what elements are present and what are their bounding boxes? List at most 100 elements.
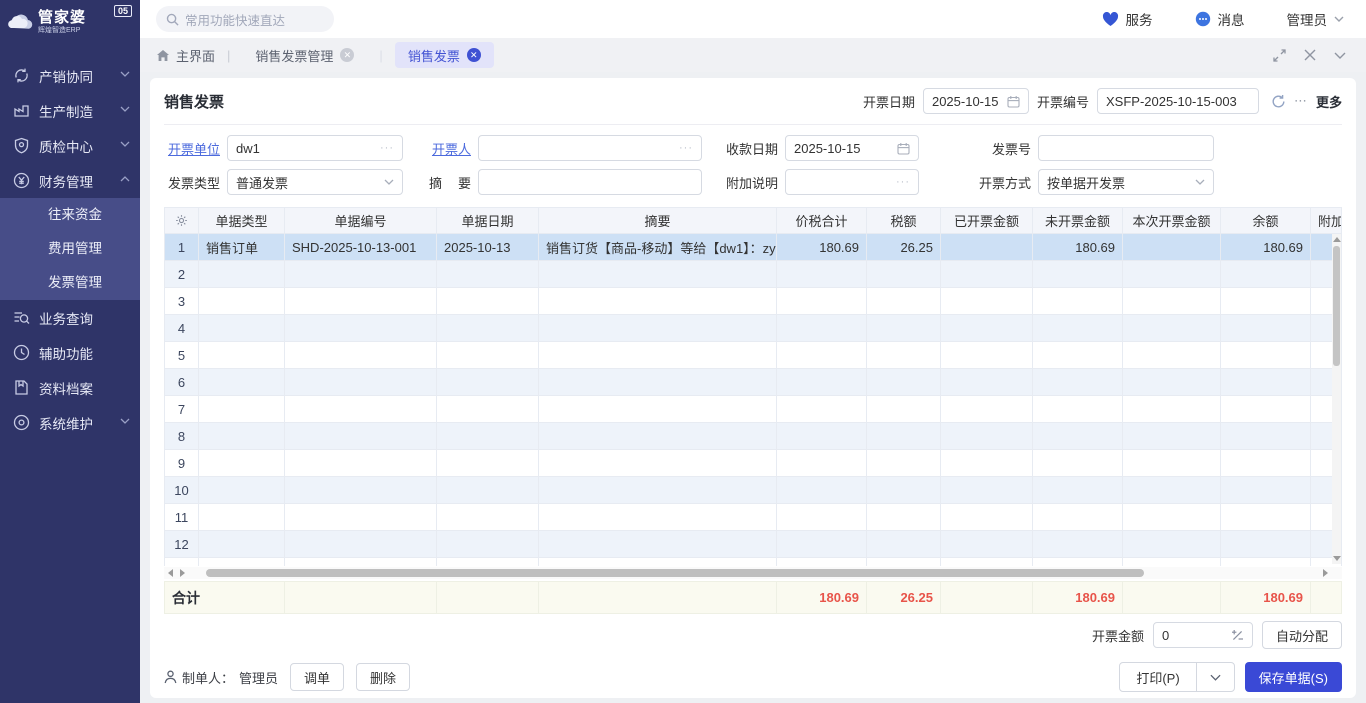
summary-input[interactable] [478,169,702,195]
cell-current[interactable] [1123,288,1221,315]
cell-current[interactable] [1123,396,1221,423]
sidebar-subitem[interactable]: 往来资金 [0,198,140,232]
cell-unbilled[interactable] [1033,504,1123,531]
cell-current[interactable] [1123,234,1221,261]
cell-doc_date[interactable] [437,504,539,531]
cell-billed[interactable] [941,531,1033,558]
service-button[interactable]: 服务 [1102,9,1153,29]
cell-balance[interactable]: 180.69 [1221,234,1311,261]
cell-doc_type[interactable] [199,342,285,369]
column-header[interactable]: 单据编号 [285,208,437,234]
cell-current[interactable] [1123,369,1221,396]
cell-doc_no[interactable] [285,423,437,450]
cell-summary[interactable] [539,423,777,450]
tab-close-icon[interactable]: ✕ [467,48,481,62]
more-options-icon[interactable]: ⋯ [1294,93,1308,109]
cell-no[interactable]: 5 [165,342,199,369]
cell-doc_date[interactable] [437,450,539,477]
horizontal-scrollbar[interactable] [164,567,1342,579]
cell-balance[interactable] [1221,342,1311,369]
calendar-icon[interactable] [1003,95,1020,108]
cell-current[interactable] [1123,315,1221,342]
cell-doc_no[interactable] [285,342,437,369]
cell-doc_no[interactable] [285,261,437,288]
print-dropdown-button[interactable] [1196,663,1234,691]
cell-total[interactable] [777,288,867,315]
cell-doc_no[interactable] [285,396,437,423]
sidebar-item[interactable]: 资料档案 [0,370,140,405]
cell-current[interactable] [1123,558,1221,567]
cell-billed[interactable] [941,558,1033,567]
extra-note-value[interactable] [794,175,892,190]
table-row[interactable]: 7 [165,396,1342,423]
cell-no[interactable]: 2 [165,261,199,288]
cell-total[interactable] [777,504,867,531]
cell-doc_type[interactable] [199,315,285,342]
table-row[interactable]: 6 [165,369,1342,396]
cell-doc_no[interactable] [285,315,437,342]
cell-no[interactable]: 3 [165,288,199,315]
cell-current[interactable] [1123,261,1221,288]
cell-summary[interactable] [539,477,777,504]
column-header[interactable]: 附加 [1311,208,1342,234]
cell-doc_no[interactable] [285,369,437,396]
summary-value[interactable] [487,175,693,190]
cell-summary[interactable]: 销售订货【商品-移动】等给【dw1】：zy1 [539,234,777,261]
cell-unbilled[interactable] [1033,342,1123,369]
cell-no[interactable]: 6 [165,369,199,396]
sidebar-item[interactable]: 业务查询 [0,300,140,335]
table-row[interactable]: 13 [165,558,1342,567]
close-icon[interactable] [1304,49,1316,61]
cell-unbilled[interactable] [1033,261,1123,288]
vertical-scroll-thumb[interactable] [1333,246,1340,366]
cell-tax[interactable] [867,477,941,504]
cell-unbilled[interactable] [1033,450,1123,477]
sidebar-item[interactable]: 质检中心 [0,128,140,163]
cell-tax[interactable]: 26.25 [867,234,941,261]
pane-split-icon[interactable] [180,569,185,577]
save-button[interactable]: 保存单据(S) [1245,662,1342,692]
delete-button[interactable]: 删除 [356,663,410,691]
cell-no[interactable]: 13 [165,558,199,567]
cell-doc_type[interactable] [199,288,285,315]
cell-doc_date[interactable] [437,396,539,423]
cell-doc_date[interactable] [437,423,539,450]
column-header[interactable]: 单据日期 [437,208,539,234]
cell-billed[interactable] [941,504,1033,531]
sidebar-item[interactable]: 系统维护 [0,405,140,440]
tab-sales-invoice[interactable]: 销售发票 ✕ [395,42,494,68]
cell-balance[interactable] [1221,423,1311,450]
cell-doc_type[interactable] [199,423,285,450]
invoice-no-value[interactable] [1106,94,1250,109]
cell-doc_no[interactable] [285,477,437,504]
billing-unit-input[interactable]: ··· [227,135,403,161]
scroll-up-icon[interactable] [1333,237,1341,242]
cell-unbilled[interactable] [1033,315,1123,342]
cell-doc_date[interactable] [437,369,539,396]
extra-note-input[interactable]: ··· [785,169,919,195]
cell-doc_no[interactable] [285,504,437,531]
cell-balance[interactable] [1221,450,1311,477]
cell-doc_type[interactable] [199,504,285,531]
cell-total[interactable] [777,261,867,288]
cell-doc_type[interactable] [199,261,285,288]
cell-total[interactable] [777,315,867,342]
cell-billed[interactable] [941,234,1033,261]
invoice-amount-value[interactable] [1162,628,1227,643]
drawer-input[interactable]: ··· [478,135,702,161]
billing-method-select[interactable]: 按单据开发票 [1038,169,1214,195]
cell-unbilled[interactable] [1033,423,1123,450]
cell-unbilled[interactable] [1033,396,1123,423]
column-settings-header[interactable] [165,208,199,234]
table-row[interactable]: 11 [165,504,1342,531]
cell-doc_date[interactable] [437,477,539,504]
cell-tax[interactable] [867,396,941,423]
cell-unbilled[interactable] [1033,477,1123,504]
cell-doc_no[interactable]: SHD-2025-10-13-001 [285,234,437,261]
cell-summary[interactable] [539,315,777,342]
cell-unbilled[interactable] [1033,558,1123,567]
print-button[interactable]: 打印(P) [1120,663,1195,691]
cell-no[interactable]: 12 [165,531,199,558]
scroll-left-icon[interactable] [168,569,173,577]
cell-billed[interactable] [941,423,1033,450]
